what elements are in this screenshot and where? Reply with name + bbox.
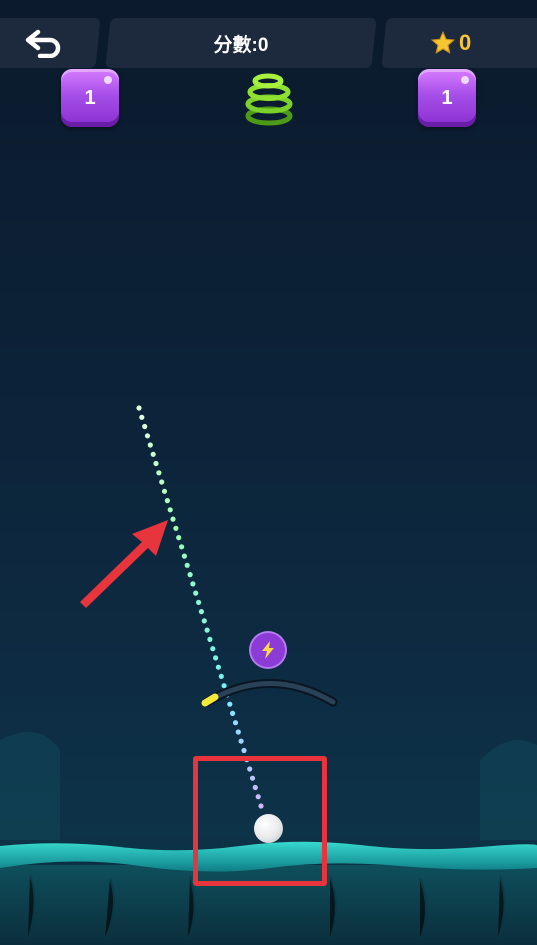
block-hit-count: 1: [84, 86, 96, 109]
score-label: 分數:0: [213, 34, 269, 56]
trajectory-dot: [210, 646, 216, 652]
trajectory-dot: [190, 581, 196, 587]
block-hit-count: 1: [441, 86, 453, 109]
purple-block: 1: [418, 69, 476, 127]
trajectory-dot: [187, 572, 193, 578]
trajectory-dot: [139, 414, 145, 420]
trajectory-dot: [150, 451, 156, 457]
power-up: [251, 633, 285, 667]
trajectory-dot: [156, 470, 162, 476]
trajectory-dot: [142, 423, 148, 430]
stars-count: 0: [459, 30, 472, 55]
star-icon: [430, 30, 456, 54]
trajectory-dot: [204, 627, 210, 633]
trajectory-dot: [193, 590, 199, 596]
trajectory-dot: [153, 460, 159, 467]
trajectory-dot: [159, 479, 165, 485]
trajectory-dot: [201, 618, 207, 624]
top-bar: 分數:0 0: [0, 18, 537, 68]
back-button[interactable]: [22, 26, 66, 60]
trajectory-dot: [147, 442, 153, 448]
purple-block: 1: [61, 69, 119, 127]
trajectory-dot: [184, 562, 190, 568]
trajectory-dot: [144, 433, 151, 439]
spring-icon: [245, 73, 293, 126]
ball[interactable]: [254, 814, 283, 843]
trajectory-dot: [161, 488, 168, 494]
trajectory-dot: [207, 636, 213, 643]
trajectory-dot: [198, 609, 204, 615]
trajectory-dot: [181, 553, 187, 559]
trajectory-dot: [164, 498, 170, 504]
back-arrow-icon: [25, 29, 61, 58]
lightning-bolt-icon: [262, 641, 274, 659]
trajectory-dot: [136, 405, 142, 411]
trajectory-dot: [196, 599, 202, 606]
hint-arrow: [80, 520, 168, 608]
stars-counter: 0: [430, 18, 471, 68]
trajectory-dot: [213, 655, 219, 661]
